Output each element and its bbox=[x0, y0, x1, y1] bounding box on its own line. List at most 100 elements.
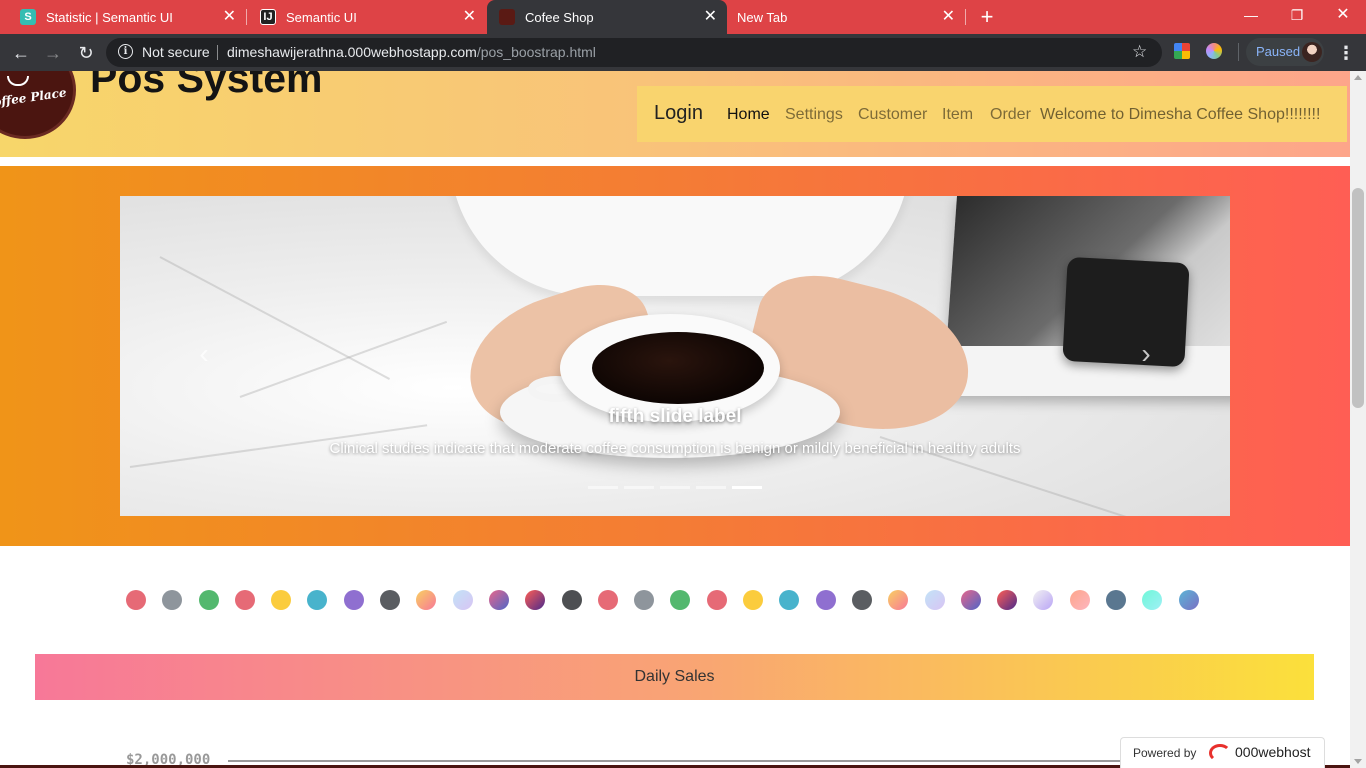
color-swatch[interactable] bbox=[1033, 590, 1054, 610]
coffee-cup-icon bbox=[7, 76, 29, 86]
close-icon[interactable]: ✕ bbox=[704, 8, 717, 26]
color-swatch[interactable] bbox=[307, 590, 328, 610]
tab-cofee-shop[interactable]: Cofee Shop ✕ bbox=[487, 0, 727, 34]
carousel-indicator[interactable] bbox=[624, 486, 654, 489]
color-swatch[interactable] bbox=[997, 590, 1018, 610]
color-swatch[interactable] bbox=[960, 590, 981, 610]
scroll-thumb[interactable] bbox=[1352, 188, 1364, 408]
color-swatch[interactable] bbox=[743, 590, 764, 610]
tab-semantic-ui[interactable]: IJ Semantic UI ✕ bbox=[240, 0, 486, 34]
grid-line bbox=[228, 760, 1230, 762]
nav-settings[interactable]: Settings bbox=[785, 106, 843, 124]
color-swatch[interactable] bbox=[670, 590, 691, 610]
page-title: Pos System bbox=[90, 71, 323, 101]
color-swatch[interactable] bbox=[343, 590, 364, 610]
page-scrollbar[interactable] bbox=[1350, 71, 1366, 768]
color-swatch[interactable] bbox=[888, 590, 909, 610]
color-swatch[interactable] bbox=[162, 590, 183, 610]
forward-arrow-icon[interactable]: → bbox=[40, 40, 66, 66]
new-tab-plus-icon[interactable]: + bbox=[976, 4, 998, 30]
color-swatch[interactable] bbox=[1178, 590, 1199, 610]
semantic-ui-favicon-icon: S bbox=[20, 9, 36, 25]
color-swatch[interactable] bbox=[234, 590, 255, 610]
bookmark-star-icon[interactable]: ☆ bbox=[1132, 42, 1147, 62]
color-swatch[interactable] bbox=[452, 590, 473, 610]
color-swatch[interactable] bbox=[1106, 590, 1127, 610]
coffee-place-logo[interactable]: offee Place bbox=[0, 71, 76, 139]
carousel-indicator[interactable] bbox=[732, 486, 762, 489]
carousel-prev-icon[interactable]: ‹ bbox=[194, 340, 214, 368]
tab-statistic[interactable]: S Statistic | Semantic UI ✕ bbox=[0, 0, 246, 34]
tab-title: New Tab bbox=[737, 9, 788, 25]
scroll-down-icon[interactable] bbox=[1354, 759, 1362, 764]
tab-title: Semantic UI bbox=[286, 9, 357, 25]
carousel-indicator[interactable] bbox=[696, 486, 726, 489]
nav-item[interactable]: Item bbox=[942, 106, 973, 124]
slide-title: fifth slide label bbox=[608, 406, 742, 427]
url-text[interactable]: dimeshawijerathna.000webhostapp.com/pos_… bbox=[227, 44, 596, 60]
site-header: offee Place Pos System Login Home Settin… bbox=[0, 71, 1350, 157]
color-swatch[interactable] bbox=[851, 590, 872, 610]
carousel-indicator[interactable] bbox=[588, 486, 618, 489]
security-label[interactable]: Not secure bbox=[142, 44, 210, 60]
color-swatch[interactable] bbox=[924, 590, 945, 610]
browser-tab-bar: S Statistic | Semantic UI ✕ IJ Semantic … bbox=[0, 0, 1366, 34]
daily-sales-label: Daily Sales bbox=[634, 668, 715, 685]
000webhost-logo-icon bbox=[1209, 744, 1231, 762]
tab-divider bbox=[965, 9, 966, 25]
slide-caption: Clinical studies indicate that moderate … bbox=[329, 440, 1021, 457]
profile-status: Paused bbox=[1256, 44, 1301, 59]
info-icon[interactable]: i bbox=[118, 44, 133, 59]
toolbar-divider bbox=[1238, 43, 1239, 61]
color-swatch[interactable] bbox=[126, 590, 146, 610]
color-swatch[interactable] bbox=[1069, 590, 1090, 610]
tab-new-tab[interactable]: New Tab ✕ bbox=[727, 0, 965, 34]
carousel-slide: ‹ › fifth slide label Clinical studies i… bbox=[120, 196, 1230, 516]
close-icon[interactable]: ✕ bbox=[942, 8, 955, 26]
color-swatch[interactable] bbox=[380, 590, 401, 610]
nav-customer[interactable]: Customer bbox=[858, 106, 927, 124]
reload-icon[interactable]: ↻ bbox=[73, 40, 99, 66]
profile-button[interactable]: Paused bbox=[1246, 38, 1324, 66]
color-swatch[interactable] bbox=[706, 590, 727, 610]
color-swatch[interactable] bbox=[488, 590, 509, 610]
close-window-icon[interactable]: ✕ bbox=[1320, 0, 1366, 30]
tab-title: Cofee Shop bbox=[525, 9, 594, 25]
extension-color-picker-icon[interactable] bbox=[1206, 43, 1222, 59]
avatar bbox=[1302, 42, 1322, 62]
minimize-icon[interactable]: — bbox=[1228, 0, 1274, 30]
color-swatch[interactable] bbox=[634, 590, 655, 610]
nav-order[interactable]: Order bbox=[990, 106, 1031, 124]
powered-by-badge[interactable]: Powered by 000webhost bbox=[1120, 737, 1325, 768]
carousel-indicator[interactable] bbox=[660, 486, 690, 489]
extension-office-icon[interactable] bbox=[1174, 43, 1190, 59]
nav-home[interactable]: Home bbox=[727, 106, 770, 124]
carousel-next-icon[interactable]: › bbox=[1136, 340, 1156, 368]
color-swatch[interactable] bbox=[271, 590, 292, 610]
scroll-up-icon[interactable] bbox=[1354, 75, 1362, 80]
color-swatch[interactable] bbox=[815, 590, 836, 610]
color-swatch[interactable] bbox=[597, 590, 618, 610]
marble-texture bbox=[239, 320, 448, 398]
browser-toolbar: ← → ↻ i Not secure dimeshawijerathna.000… bbox=[0, 34, 1366, 71]
logo-text: offee Place bbox=[0, 85, 68, 110]
color-swatch[interactable] bbox=[1142, 590, 1163, 610]
color-swatch[interactable] bbox=[525, 590, 546, 610]
login-link[interactable]: Login bbox=[654, 102, 703, 125]
restore-icon[interactable]: ❐ bbox=[1274, 0, 1320, 30]
close-icon[interactable]: ✕ bbox=[463, 8, 476, 26]
color-swatch[interactable] bbox=[779, 590, 800, 610]
browser-menu-icon[interactable]: ⋮ bbox=[1337, 40, 1355, 66]
page-viewport: offee Place Pos System Login Home Settin… bbox=[0, 71, 1350, 768]
close-icon[interactable]: ✕ bbox=[223, 8, 236, 26]
url-path: /pos_boostrap.html bbox=[476, 44, 596, 60]
address-bar[interactable]: i Not secure dimeshawijerathna.000webhos… bbox=[106, 38, 1162, 67]
main-navbar: Login Home Settings Customer Item Order … bbox=[637, 86, 1347, 142]
url-divider bbox=[217, 45, 218, 60]
color-swatch[interactable] bbox=[561, 590, 582, 610]
color-swatch[interactable] bbox=[416, 590, 437, 610]
hero-section: ‹ › fifth slide label Clinical studies i… bbox=[0, 166, 1350, 546]
host-name: 000webhost bbox=[1235, 744, 1311, 760]
color-swatch[interactable] bbox=[198, 590, 219, 610]
back-arrow-icon[interactable]: ← bbox=[8, 40, 34, 66]
